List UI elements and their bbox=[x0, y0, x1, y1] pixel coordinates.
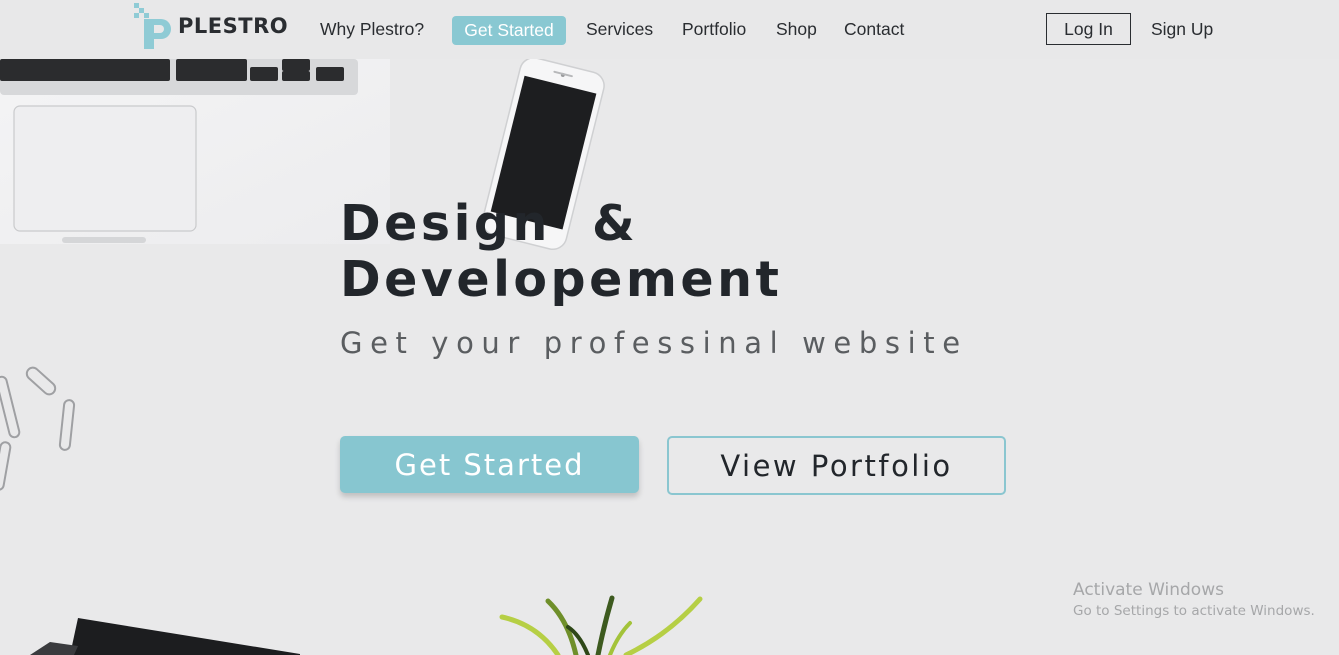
nav-link-contact[interactable]: Contact bbox=[844, 17, 904, 41]
paperclips-image bbox=[0, 366, 76, 491]
top-navbar: PLESTRO Why Plestro? Get Started Service… bbox=[0, 0, 1339, 59]
p-pixel-logo-icon bbox=[134, 3, 171, 49]
brand-logo[interactable]: PLESTRO bbox=[134, 3, 288, 49]
hero-subtitle: Get your professinal website bbox=[340, 326, 968, 360]
nav-link-portfolio[interactable]: Portfolio bbox=[682, 17, 746, 41]
hero-title-line-2: Developement bbox=[340, 251, 783, 308]
watermark-title: Activate Windows bbox=[1073, 580, 1224, 600]
hero-title: Design & Developement bbox=[340, 196, 782, 308]
nav-link-shop[interactable]: Shop bbox=[776, 17, 817, 41]
watermark-subtitle: Go to Settings to activate Windows. bbox=[1073, 603, 1315, 619]
view-portfolio-button[interactable]: View Portfolio bbox=[667, 436, 1006, 495]
brand-name: PLESTRO bbox=[178, 14, 289, 38]
sign-up-link[interactable]: Sign Up bbox=[1151, 17, 1213, 41]
activate-windows-watermark: Activate Windows Go to Settings to activ… bbox=[1073, 579, 1315, 621]
hero-get-started-button[interactable]: Get Started bbox=[340, 436, 639, 493]
log-in-button[interactable]: Log In bbox=[1046, 13, 1131, 45]
nav-link-services[interactable]: Services bbox=[586, 17, 653, 41]
notebook-image bbox=[30, 618, 300, 655]
plant-image bbox=[499, 595, 703, 655]
hero-title-line-1: Design & bbox=[340, 195, 639, 252]
nav-link-why-plestro[interactable]: Why Plestro? bbox=[320, 17, 424, 41]
nav-get-started-button[interactable]: Get Started bbox=[452, 16, 566, 45]
